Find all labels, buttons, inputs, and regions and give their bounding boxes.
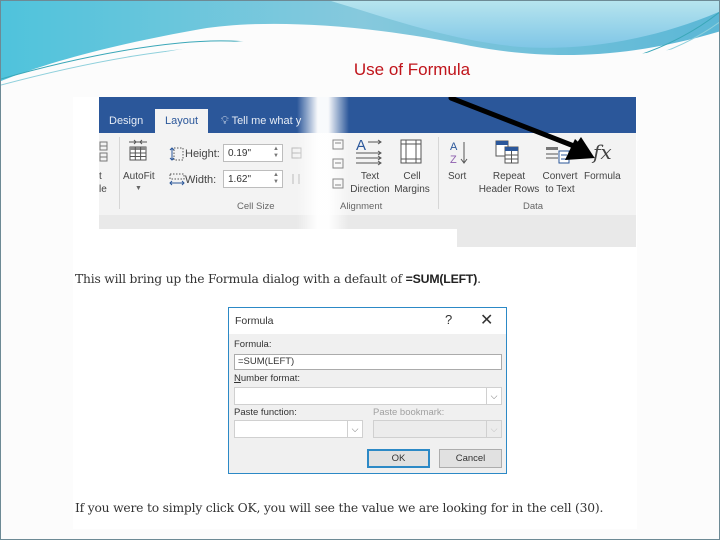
formula-input[interactable]: =SUM(LEFT)	[234, 354, 502, 370]
cancel-button[interactable]: Cancel	[439, 449, 502, 468]
slide-title: Use of Formula	[353, 60, 471, 79]
document-area	[99, 229, 457, 247]
number-format-label: Number format:	[234, 373, 300, 384]
annotation-arrow-icon	[448, 97, 595, 160]
dialog-title: Formula	[235, 315, 274, 327]
chevron-down-icon: ⌵	[486, 421, 501, 437]
content-image: Design Layout 💡︎ Tell me what y t le Aut…	[73, 97, 637, 529]
intro-suffix: .	[477, 272, 481, 286]
intro-bold-formula: =SUM(LEFT)	[405, 272, 478, 286]
close-icon[interactable]: ✕	[480, 310, 493, 330]
access-key: N	[234, 373, 241, 384]
label-rest: umber format:	[240, 373, 301, 384]
intro-paragraph: This will bring up the Formula dialog wi…	[75, 272, 481, 286]
paste-function-label: Paste function:	[234, 407, 297, 418]
alignment-group-label: Alignment	[340, 201, 383, 212]
outro-paragraph: If you were to simply click OK, you will…	[75, 501, 604, 515]
paste-bookmark-label: Paste bookmark:	[373, 407, 445, 418]
intro-text: This will bring up the Formula dialog wi…	[75, 272, 406, 286]
formula-dialog: Formula ? ✕ Formula: =SUM(LEFT) Number f…	[228, 307, 507, 474]
number-format-select[interactable]: ⌵	[234, 387, 502, 405]
dialog-title-bar: Formula ? ✕	[229, 308, 506, 334]
paste-bookmark-select[interactable]: ⌵	[373, 420, 502, 438]
formula-field-label: Formula:	[234, 339, 272, 350]
help-icon[interactable]: ?	[445, 312, 452, 327]
chevron-down-icon[interactable]: ⌵	[486, 388, 501, 404]
chevron-down-icon[interactable]: ⌵	[347, 421, 362, 437]
cell-size-group-label: Cell Size	[237, 201, 275, 212]
paste-function-select[interactable]: ⌵	[234, 420, 363, 438]
data-group-label: Data	[523, 201, 544, 212]
ok-button[interactable]: OK	[367, 449, 430, 468]
slide: Use of Formula Design Layout 💡︎ Tell me …	[0, 0, 720, 540]
word-ribbon: Design Layout 💡︎ Tell me what y t le Aut…	[99, 97, 636, 247]
